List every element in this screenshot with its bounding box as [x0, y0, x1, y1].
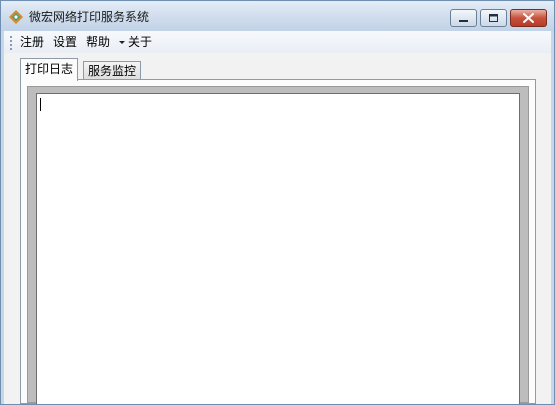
tab-panel-print-log	[20, 79, 536, 404]
client-area: 打印日志 服务监控	[4, 53, 551, 404]
close-button[interactable]	[510, 9, 547, 27]
menu-about[interactable]: 关于	[128, 34, 152, 50]
tab-service-monitor[interactable]: 服务监控	[83, 61, 142, 81]
printer-app-icon	[9, 10, 23, 24]
print-log-textarea[interactable]	[36, 93, 520, 404]
title-bar[interactable]: 微宏网络打印服务系统	[1, 1, 554, 31]
window-title: 微宏网络打印服务系统	[29, 10, 150, 24]
log-frame	[27, 86, 529, 404]
maximize-icon	[489, 14, 498, 22]
menu-register[interactable]: 注册	[20, 34, 44, 50]
minimize-icon	[459, 20, 468, 22]
menu-settings[interactable]: 设置	[53, 34, 77, 50]
toolbar-grip-handle[interactable]	[10, 36, 12, 50]
maximize-button[interactable]	[480, 9, 507, 27]
tab-print-log[interactable]: 打印日志	[20, 58, 79, 81]
menu-bar: 注册 设置 帮助 关于	[4, 31, 551, 53]
main-window: 微宏网络打印服务系统 注册 设置 帮助 关于 打印日志 服务监控	[0, 0, 555, 405]
text-caret	[40, 98, 41, 111]
chevron-down-icon[interactable]	[119, 41, 125, 44]
menu-help[interactable]: 帮助	[86, 34, 110, 50]
close-icon	[523, 13, 534, 23]
minimize-button[interactable]	[450, 9, 477, 27]
